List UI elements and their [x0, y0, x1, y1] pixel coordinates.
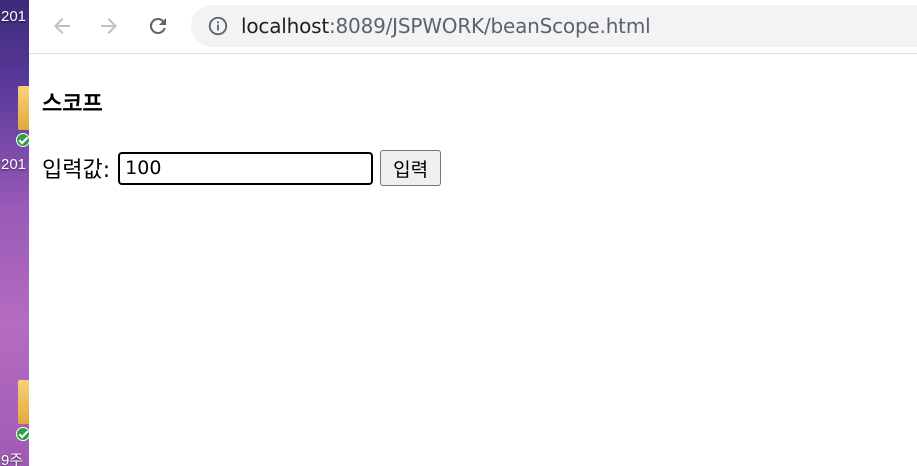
desktop-icon-label[interactable]: 201	[1, 156, 26, 173]
desktop-background: 201 201 9주	[0, 0, 29, 466]
sync-check-icon	[16, 133, 29, 147]
forward-button[interactable]	[93, 10, 125, 42]
input-form: 입력값: 입력	[42, 150, 442, 186]
arrow-right-icon	[101, 18, 117, 34]
browser-window: localhost:8089/JSPWORK/beanScope.html 스코…	[29, 0, 917, 466]
url-text[interactable]: localhost:8089/JSPWORK/beanScope.html	[241, 14, 651, 38]
arrow-left-icon	[54, 18, 70, 34]
browser-toolbar: localhost:8089/JSPWORK/beanScope.html	[29, 0, 917, 54]
back-button[interactable]	[46, 10, 78, 42]
address-bar[interactable]: localhost:8089/JSPWORK/beanScope.html	[191, 5, 917, 47]
info-circle-icon[interactable]	[207, 15, 229, 37]
submit-button[interactable]: 입력	[380, 150, 442, 186]
input-label: 입력값:	[42, 158, 111, 183]
value-input[interactable]	[118, 151, 374, 185]
folder-icon[interactable]	[18, 86, 29, 130]
url-path: :8089/JSPWORK/beanScope.html	[328, 14, 651, 38]
url-host: localhost	[241, 14, 329, 38]
sync-check-icon	[16, 427, 29, 441]
page-title: 스코프	[42, 92, 103, 117]
folder-icon[interactable]	[18, 380, 29, 424]
desktop-icon-label[interactable]: 201	[1, 8, 26, 25]
reload-icon	[149, 17, 166, 34]
desktop-icon-label[interactable]: 9주	[1, 449, 23, 466]
reload-button[interactable]	[142, 10, 174, 42]
